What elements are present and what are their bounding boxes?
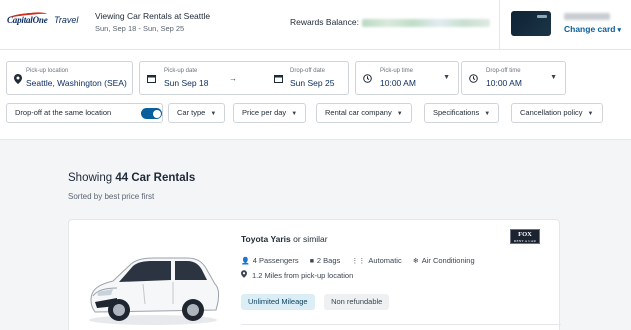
calendar-icon — [274, 74, 283, 85]
trip-summary: Viewing Car Rentals at Seattle Sun, Sep … — [95, 11, 210, 33]
pickup-location-field[interactable]: Pick-up location Seattle, Washington (SE… — [6, 61, 133, 95]
header-divider — [499, 0, 500, 50]
results-count: 44 Car Rentals — [115, 172, 196, 184]
badge-unlimited-mileage: Unlimited Mileage — [241, 294, 315, 310]
snowflake-icon: ❄ — [412, 258, 419, 265]
pickup-location-value: Seattle, Washington (SEA) — [26, 78, 127, 88]
search-panel: Pick-up location Seattle, Washington (SE… — [0, 51, 631, 134]
calendar-icon — [147, 74, 156, 85]
car-badges: Unlimited Mileage Non refundable — [241, 291, 394, 310]
spec-transmission: ⋮⋮ Automatic — [351, 256, 401, 265]
dropoff-date-label: Drop-off date — [290, 68, 325, 74]
passenger-icon: 👤 — [241, 258, 250, 265]
clock-icon — [469, 74, 478, 85]
credit-card-image — [511, 11, 551, 36]
same-location-label: Drop-off at the same location — [15, 108, 112, 117]
logo-capital-one-text: CapitalOne — [7, 15, 48, 25]
rewards-balance: Rewards Balance: — [290, 17, 490, 27]
filter-car-type[interactable]: Car type ▼ — [168, 103, 226, 123]
filter-cancellation-policy[interactable]: Cancellation policy ▼ — [511, 103, 603, 123]
pickup-time-select[interactable]: Pick-up time 10:00 AM ▼ — [355, 61, 459, 95]
caret-down-icon: ▼ — [396, 111, 403, 117]
change-card-button[interactable]: Change card ▾ — [564, 24, 621, 34]
distance-label: 1.2 Miles from pick-up location — [251, 271, 354, 280]
arrow-right-icon: → — [229, 74, 237, 83]
pickup-date-label: Pick-up date — [164, 68, 198, 74]
badge-non-refundable: Non refundable — [324, 294, 390, 310]
pickup-time-label: Pick-up time — [380, 68, 414, 74]
card-name-redacted — [564, 13, 610, 20]
filter-label: Cancellation policy — [520, 108, 583, 117]
transmission-icon: ⋮⋮ — [351, 258, 366, 265]
filter-bar: Drop-off at the same location Car type ▼ … — [0, 103, 631, 123]
filter-label: Car type — [177, 108, 206, 117]
car-image — [89, 257, 220, 325]
filter-label: Specifications — [433, 108, 480, 117]
caret-down-icon: ▼ — [443, 74, 450, 81]
car-result-card[interactable]: Toyota Yaris or similar FOX RENT A CAR 👤… — [68, 219, 561, 330]
rewards-label: Rewards Balance: — [290, 17, 359, 27]
results-area: Showing 44 Car Rentals Sorted by best pr… — [0, 139, 631, 330]
sort-description: Sorted by best price first — [68, 192, 155, 201]
pickup-date-value: Sun Sep 18 — [164, 78, 209, 88]
caret-down-icon: ▼ — [587, 111, 594, 117]
car-name-suffix: or similar — [293, 234, 328, 244]
chevron-down-icon: ▾ — [617, 27, 622, 34]
results-count-heading: Showing 44 Car Rentals — [68, 172, 195, 184]
caret-down-icon: ▼ — [484, 111, 491, 117]
trip-title: Viewing Car Rentals at Seattle — [95, 11, 211, 21]
spec-air-conditioning: ❄ Air Conditioning — [413, 256, 475, 265]
dropoff-date-value: Sun Sep 25 — [290, 78, 335, 88]
filter-rental-company[interactable]: Rental car company ▼ — [316, 103, 412, 123]
dropoff-time-select[interactable]: Drop-off time 10:00 AM ▼ — [461, 61, 566, 95]
spec-label: 2 Bags — [316, 256, 341, 265]
pickup-distance: 1.2 Miles from pick-up location — [241, 270, 353, 280]
same-location-toggle-chip[interactable]: Drop-off at the same location — [6, 103, 163, 123]
caret-down-icon: ▼ — [291, 111, 298, 117]
vendor-logo: FOX RENT A CAR — [510, 229, 540, 244]
car-specs: 👤 4 Passengers ■ 2 Bags ⋮⋮ Automatic ❄ Air C… — [241, 256, 484, 265]
spec-label: 4 Passengers — [252, 256, 299, 265]
filter-label: Rental car company — [325, 108, 392, 117]
change-card-label: Change card — [564, 24, 616, 34]
filter-label: Price per day — [242, 108, 287, 117]
showing-prefix: Showing — [68, 172, 113, 184]
result-divider — [241, 324, 561, 325]
caret-down-icon: ▼ — [210, 111, 217, 117]
clock-icon — [363, 74, 372, 85]
pickup-location-label: Pick-up location — [26, 68, 69, 74]
spec-bags: ■ 2 Bags — [310, 256, 341, 265]
spec-label: Air Conditioning — [421, 256, 475, 265]
capital-one-travel-logo[interactable]: CapitalOne Travel — [7, 11, 87, 35]
vendor-logo-text: FOX — [518, 231, 532, 238]
location-pin-icon — [241, 270, 249, 280]
location-pin-icon — [14, 74, 22, 86]
rewards-value-redacted — [361, 18, 490, 27]
vendor-logo-subtext: RENT A CAR — [513, 239, 537, 243]
pickup-time-value: 10:00 AM — [380, 78, 416, 88]
caret-down-icon: ▼ — [550, 74, 557, 81]
logo-travel-text: Travel — [54, 15, 79, 25]
car-name: Toyota Yaris or similar — [241, 234, 328, 244]
dropoff-time-label: Drop-off time — [486, 68, 521, 74]
filter-specifications[interactable]: Specifications ▼ — [424, 103, 500, 123]
bag-icon: ■ — [309, 258, 314, 265]
date-range-field[interactable]: Pick-up date Sun Sep 18 Drop-off date Su… — [139, 61, 349, 95]
filter-price-per-day[interactable]: Price per day ▼ — [233, 103, 307, 123]
trip-dates: Sun, Sep 18 - Sun, Sep 25 — [95, 24, 185, 33]
spec-passengers: 👤 4 Passengers — [241, 256, 299, 265]
dropoff-time-value: 10:00 AM — [486, 78, 522, 88]
spec-label: Automatic — [368, 256, 402, 265]
same-location-toggle[interactable] — [141, 108, 162, 119]
top-header: CapitalOne Travel Viewing Car Rentals at… — [0, 0, 631, 50]
car-model: Toyota Yaris — [241, 234, 291, 244]
